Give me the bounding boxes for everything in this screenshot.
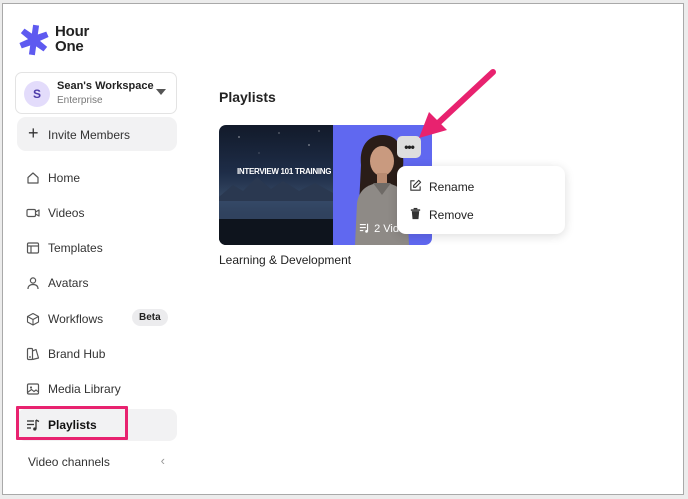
workspace-name: Sean's Workspace — [57, 80, 154, 92]
sidebar-item-media-library[interactable]: Media Library — [17, 373, 177, 405]
sidebar-item-avatars[interactable]: Avatars — [17, 267, 177, 299]
video-count-label: 2 Vid — [374, 223, 399, 235]
logo-wordmark: Hour One — [55, 23, 90, 55]
thumbnail-caption: INTERVIEW 101 TRAINING — [237, 167, 332, 176]
template-icon — [26, 242, 40, 254]
video-camera-icon — [26, 208, 40, 218]
page-title: Playlists — [219, 89, 276, 105]
menu-item-remove[interactable]: Remove — [397, 201, 565, 227]
trash-icon — [410, 207, 421, 220]
sidebar-item-label: Workflows — [48, 312, 104, 326]
sidebar-item-templates[interactable]: Templates — [17, 232, 177, 264]
sidebar-item-label: Videos — [48, 206, 85, 220]
menu-item-rename[interactable]: Rename — [397, 173, 565, 199]
edit-icon — [410, 179, 422, 191]
brand-hub-icon — [26, 347, 40, 361]
beta-badge: Beta — [132, 309, 168, 326]
remove-label: Remove — [429, 208, 474, 222]
video-channels-label: Video channels — [28, 455, 110, 469]
rename-label: Rename — [429, 180, 475, 194]
sidebar-item-label: Brand Hub — [48, 347, 106, 361]
invite-members-label: Invite Members — [48, 128, 131, 142]
sidebar-item-home[interactable]: Home — [17, 162, 177, 194]
app-window: Hour One S Sean's Workspace Enterprise +… — [2, 3, 684, 495]
playlist-icon — [359, 223, 369, 233]
mountain-image — [219, 130, 333, 245]
sidebar-item-label: Avatars — [48, 276, 89, 290]
annotation-highlight-box — [16, 406, 128, 440]
playlist-options-menu: Rename Remove — [397, 166, 565, 234]
logo-mark-icon — [19, 24, 49, 56]
chevron-left-icon: ‹ — [160, 453, 165, 468]
sidebar-item-brand-hub[interactable]: Brand Hub — [17, 338, 177, 370]
invite-members-button[interactable]: + Invite Members — [17, 117, 177, 151]
home-icon — [27, 172, 39, 184]
video-count: 2 Vid — [359, 222, 399, 235]
sidebar-item-video-channels[interactable]: Video channels ‹ — [17, 449, 177, 475]
sidebar-item-label: Media Library — [48, 382, 121, 396]
person-icon — [27, 277, 39, 290]
workspace-plan: Enterprise — [57, 95, 103, 106]
avatar: S — [24, 81, 50, 107]
sidebar-item-workflows[interactable]: Workflows Beta — [17, 303, 177, 335]
playlist-title[interactable]: Learning & Development — [219, 253, 351, 267]
sidebar-item-label: Home — [48, 171, 81, 185]
chevron-down-icon — [156, 89, 166, 95]
workspace-selector[interactable]: S Sean's Workspace Enterprise — [15, 72, 177, 114]
sidebar-item-label: Templates — [48, 241, 103, 255]
thumbnail-landscape: INTERVIEW 101 TRAINING — [219, 125, 333, 245]
sidebar-item-videos[interactable]: Videos — [17, 197, 177, 229]
image-icon — [26, 383, 40, 395]
cube-icon — [26, 312, 40, 326]
hour-one-logo[interactable]: Hour One — [17, 23, 97, 59]
plus-icon: + — [28, 123, 39, 143]
annotation-arrow — [419, 69, 496, 138]
